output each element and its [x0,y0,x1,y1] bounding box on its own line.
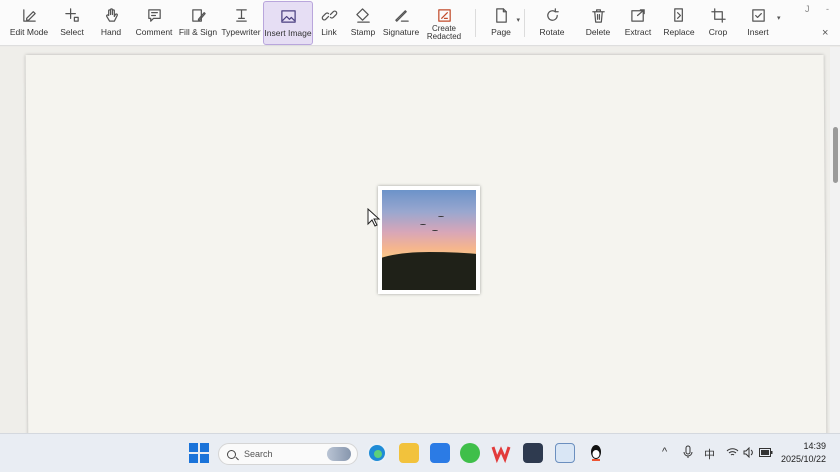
page-icon [495,8,507,23]
extract-button[interactable]: Extract [621,1,655,45]
search-icon [227,449,236,459]
typewriter-icon [235,9,247,22]
hand-icon [105,8,118,22]
file-explorer-icon[interactable] [399,443,419,463]
bird-shape [438,216,444,218]
document-viewport[interactable] [0,47,840,433]
link-icon [321,10,337,21]
search-highlight-icon [327,447,351,461]
app-store-icon[interactable] [430,443,450,463]
close-panel-icon[interactable]: × [822,27,828,39]
comment-button[interactable]: Comment [134,1,174,45]
insert-icon [751,9,765,22]
ime-indicator[interactable]: 中 [704,446,715,462]
taskbar-search[interactable]: Search [218,443,358,465]
vertical-scrollbar[interactable] [830,47,840,433]
fill-sign-button[interactable]: Fill & Sign [178,1,218,45]
edge-icon[interactable] [367,443,387,463]
windows-start-icon[interactable] [189,443,209,463]
crop-button[interactable]: Crop [703,1,733,45]
more-chevron-icon[interactable]: ▾ [777,14,781,22]
insert-button[interactable]: Insert [741,1,775,45]
wechat-icon[interactable] [460,443,480,463]
scrollbar-thumb[interactable] [833,127,838,183]
redact-icon [437,9,451,22]
pdf-editor-window: Edit Mode Select Hand Comment Fill & Sig… [0,0,840,472]
create-redacted-button[interactable]: Create Redacted [425,1,463,45]
battery-icon[interactable] [759,448,773,457]
extract-icon [630,9,645,22]
mail-icon[interactable] [555,443,575,463]
tray-overflow-chevron[interactable]: ^ [662,446,667,458]
stamp-button[interactable]: Stamp [347,1,379,45]
comment-icon [147,9,161,22]
edit-mode-icon [22,9,36,22]
rotate-button[interactable]: Rotate [535,1,569,45]
select-button[interactable]: Select [54,1,90,45]
windows-taskbar: Search ^ 中 14:39 2025/10/22 [0,433,840,472]
fill-sign-icon [191,9,206,22]
mouse-cursor-icon [367,208,381,227]
chevron-down-icon: ▾ [516,17,520,24]
window-minimize-icon[interactable]: J [805,4,810,14]
bird-shape [432,230,438,232]
inserted-image[interactable] [378,186,480,294]
clock-date: 2025/10/22 [780,454,826,464]
microphone-icon[interactable] [683,445,693,459]
window-maximize-icon[interactable]: - [826,4,829,14]
clock-time: 14:39 [803,441,826,451]
store-icon[interactable] [523,443,543,463]
trash-icon [591,9,605,23]
select-icon [64,8,79,22]
toolbar-separator [475,9,476,37]
typewriter-button[interactable]: Typewriter [220,1,262,45]
insert-image-icon [280,10,296,23]
qq-icon[interactable] [586,443,606,463]
delete-button[interactable]: Delete [581,1,615,45]
rotate-icon [546,8,559,21]
sunset-photo [382,190,476,290]
speaker-icon[interactable] [743,447,755,458]
replace-icon [673,8,683,22]
insert-image-button[interactable]: Insert Image [263,1,313,45]
stamp-icon [355,8,370,23]
signature-icon [394,10,409,22]
wps-icon[interactable] [491,443,511,464]
hand-button[interactable]: Hand [92,1,130,45]
search-placeholder: Search [244,449,273,459]
page-button[interactable]: ▾ Page [484,1,520,45]
replace-button[interactable]: Replace [661,1,697,45]
wifi-icon[interactable] [726,447,739,458]
main-toolbar: Edit Mode Select Hand Comment Fill & Sig… [0,0,840,46]
hill-silhouette [382,252,476,290]
toolbar-separator [524,9,525,37]
bird-shape [420,224,426,226]
link-button[interactable]: Link [315,1,343,45]
crop-icon [710,8,726,23]
taskbar-clock[interactable]: 14:39 2025/10/22 [781,440,826,466]
edit-mode-button[interactable]: Edit Mode [6,1,52,45]
signature-button[interactable]: Signature [383,1,419,45]
